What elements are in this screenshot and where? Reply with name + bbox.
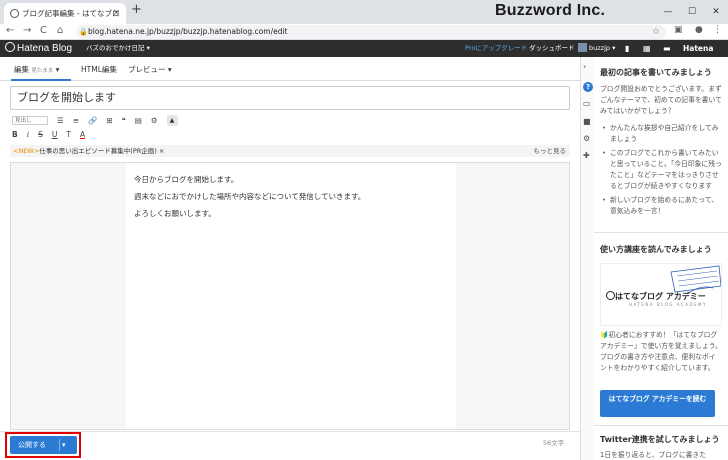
browser-tab[interactable]: ブログ記事編集 - はてなブログ × — [4, 3, 126, 39]
help-icon[interactable]: ? — [583, 82, 593, 92]
section-title-first-post: 最初の記事を書いてみましょう — [600, 68, 712, 77]
first-post-text: ブログ開設おめでとうございます。まずごんなテーマで、初めての記事を書いてみてはい… — [600, 85, 722, 115]
blog-name-menu[interactable]: バズのおでかけ日記 ▾ — [86, 40, 150, 57]
lock-icon: 🔒 — [79, 28, 88, 36]
insert-icon[interactable]: ⊞ — [106, 116, 112, 125]
editor-toolbar-row-1: 見出し ☰ ≡ 🔗 ⊞ ❝ ▤ ⚙ ▲ — [12, 114, 178, 126]
browser-menu-icon[interactable]: ⋮ — [713, 25, 722, 35]
new-tab-button[interactable]: + — [131, 2, 142, 17]
bookmark-star-icon[interactable]: ☆ — [652, 25, 660, 39]
gear-icon[interactable]: ⚙ — [583, 134, 590, 143]
address-bar-row: ← → C ⌂ 🔒 blog.hatena.ne.jp/buzzjp/buzzj… — [0, 24, 728, 40]
window-controls: — ☐ ✕ — [656, 0, 728, 24]
divider — [594, 425, 728, 426]
extension-icon[interactable]: ▣ — [674, 25, 683, 35]
settings-icon[interactable]: ⚙ — [151, 116, 158, 125]
list-item: このブログでこれから書いてみたいと思っていること。「今日印象に残ったこと」などテ… — [600, 148, 724, 192]
body-line: 週末などにおでかけした場所や内容などについて発信していきます。 — [134, 192, 366, 201]
section-title-twitter: Twitter連携を試してみましょう — [600, 435, 720, 444]
list-item: かんたんな挨拶や自己紹介をしてみましょう — [600, 123, 724, 145]
body-line: よろしくお願いします。 — [134, 209, 216, 218]
tab-html-edit[interactable]: HTML編集 — [81, 64, 117, 75]
academy-logo-text: はてなブログ アカデミー — [615, 292, 706, 301]
maximize-button[interactable]: ☐ — [680, 0, 704, 24]
forward-button[interactable]: → — [23, 25, 31, 36]
help-sidebar: 最初の記事を書いてみましょう ブログ開設おめでとうございます。まずごんなテーマで… — [594, 57, 728, 460]
twitter-text: 1日を振り返ると、ブログに書きた — [600, 451, 707, 459]
divider — [594, 232, 728, 233]
strikethrough-icon[interactable]: S — [38, 130, 43, 139]
avatar — [578, 43, 587, 52]
table-icon[interactable]: ▤ — [135, 116, 142, 125]
see-more-link[interactable]: もっと見る — [534, 145, 567, 157]
sidebar-rail: › ? ▭ ■ ⚙ ✚ — [580, 57, 594, 460]
news-close-icon[interactable]: × — [159, 147, 164, 155]
hatena-link[interactable]: Hatena — [683, 40, 713, 57]
url-bar[interactable]: 🔒 blog.hatena.ne.jp/buzzjp/buzzjp.hatena… — [76, 25, 666, 39]
editor-footer — [0, 431, 580, 460]
editor-toolbar-row-2: B i S U T A — [12, 128, 94, 140]
bold-icon[interactable]: B — [12, 130, 18, 139]
title-input[interactable]: ブログを開始します — [10, 86, 570, 110]
hatena-header: Hatena Blog バズのおでかけ日記 ▾ Proにアップグレード ダッシュ… — [0, 40, 728, 57]
academy-banner[interactable]: はてなブログ アカデミー HATENA BLOG ACADEMY — [600, 263, 722, 326]
section-title-academy: 使い方講座を読んでみましょう — [600, 245, 712, 254]
tab-visual-edit[interactable]: 編集 見たまま ▾ — [14, 64, 59, 75]
publish-button[interactable]: 公開する ▾ — [10, 436, 77, 454]
tab-close-icon[interactable]: × — [112, 3, 120, 24]
publish-options-icon[interactable]: ▾ — [62, 436, 66, 454]
char-count: 56文字 — [543, 439, 565, 447]
dashboard-link[interactable]: ダッシュボード — [529, 40, 575, 57]
text-color-icon[interactable]: A — [80, 130, 85, 139]
add-icon[interactable]: ✚ — [583, 151, 590, 160]
hatena-logo-icon — [5, 42, 15, 52]
font-size-icon[interactable]: T — [66, 130, 71, 139]
apps-grid-icon[interactable]: ▦ — [643, 40, 651, 57]
editor-tab-bar: 編集 見たまま ▾ HTML編集 プレビュー ▾ — [0, 57, 580, 81]
url-text: blog.hatena.ne.jp/buzzjp/buzzjp.hatenabl… — [88, 27, 288, 36]
hatena-blog-logo[interactable]: Hatena Blog — [5, 41, 72, 56]
news-link[interactable]: 仕事の思い出エピソード募集中(PR企画) — [39, 147, 157, 155]
watermark-brand: Buzzword Inc. — [495, 2, 606, 19]
notification-icon[interactable]: ▬ — [663, 40, 671, 57]
active-tab-indicator — [11, 79, 71, 81]
underline-icon[interactable]: U — [52, 130, 58, 139]
collapse-toolbar-icon[interactable]: ▲ — [166, 114, 178, 126]
pro-upgrade-link[interactable]: Proにアップグレード — [465, 40, 527, 57]
read-academy-button[interactable]: はてなブログ アカデミーを読む — [600, 390, 715, 417]
profile-icon[interactable]: ● — [695, 25, 703, 35]
editor-area: 今日からブログを開始します。 週末などにおでかけした場所や内容などについて発信し… — [10, 162, 570, 430]
academy-text: 🔰初心者におすすめ！「はてなブログ アカデミー」で使い方を覚えましょう。ブログの… — [600, 331, 722, 372]
italic-icon[interactable]: i — [27, 130, 29, 139]
editor-content[interactable]: 今日からブログを開始します。 週末などにおでかけした場所や内容などについて発信し… — [126, 163, 456, 429]
body-line: 今日からブログを開始します。 — [134, 175, 239, 184]
new-tag: <NEW> — [13, 147, 40, 155]
link-icon[interactable]: 🔗 — [88, 116, 97, 125]
academy-logo-icon — [606, 291, 615, 300]
folder-icon[interactable]: ■ — [583, 117, 591, 126]
numbered-list-icon[interactable]: ≡ — [73, 116, 79, 125]
publish-separator — [59, 439, 60, 451]
back-button[interactable]: ← — [6, 25, 14, 36]
tab-preview[interactable]: プレビュー ▾ — [128, 64, 172, 75]
browser-tab-strip: ブログ記事編集 - はてなブログ × + Buzzword Inc. — ☐ ✕ — [0, 0, 728, 39]
close-window-button[interactable]: ✕ — [704, 0, 728, 24]
home-button[interactable]: ⌂ — [57, 25, 63, 36]
reload-button[interactable]: C — [40, 25, 47, 36]
publish-label: 公開する — [18, 441, 46, 449]
photo-icon[interactable]: ▭ — [583, 99, 591, 108]
hatena-favicon-icon — [10, 9, 19, 18]
format-select[interactable]: 見出し — [12, 115, 48, 125]
minimize-button[interactable]: — — [656, 0, 680, 24]
first-post-tips: かんたんな挨拶や自己紹介をしてみましょう このブログでこれから書いてみたいと思っ… — [600, 123, 724, 220]
academy-logo-subtext: HATENA BLOG ACADEMY — [629, 302, 707, 307]
bullet-list-icon[interactable]: ☰ — [57, 116, 64, 125]
list-item: 新しいブログを始めるにあたって、意気込みを一言！ — [600, 195, 724, 217]
news-bar: <NEW>仕事の思い出エピソード募集中(PR企画) × もっと見る — [10, 145, 570, 157]
quote-icon[interactable]: ❝ — [122, 116, 126, 125]
user-menu[interactable]: buzzjp ▾ — [578, 40, 615, 57]
bookmark-icon[interactable]: ▮ — [625, 40, 629, 57]
collapse-sidebar-icon[interactable]: › — [583, 62, 586, 71]
